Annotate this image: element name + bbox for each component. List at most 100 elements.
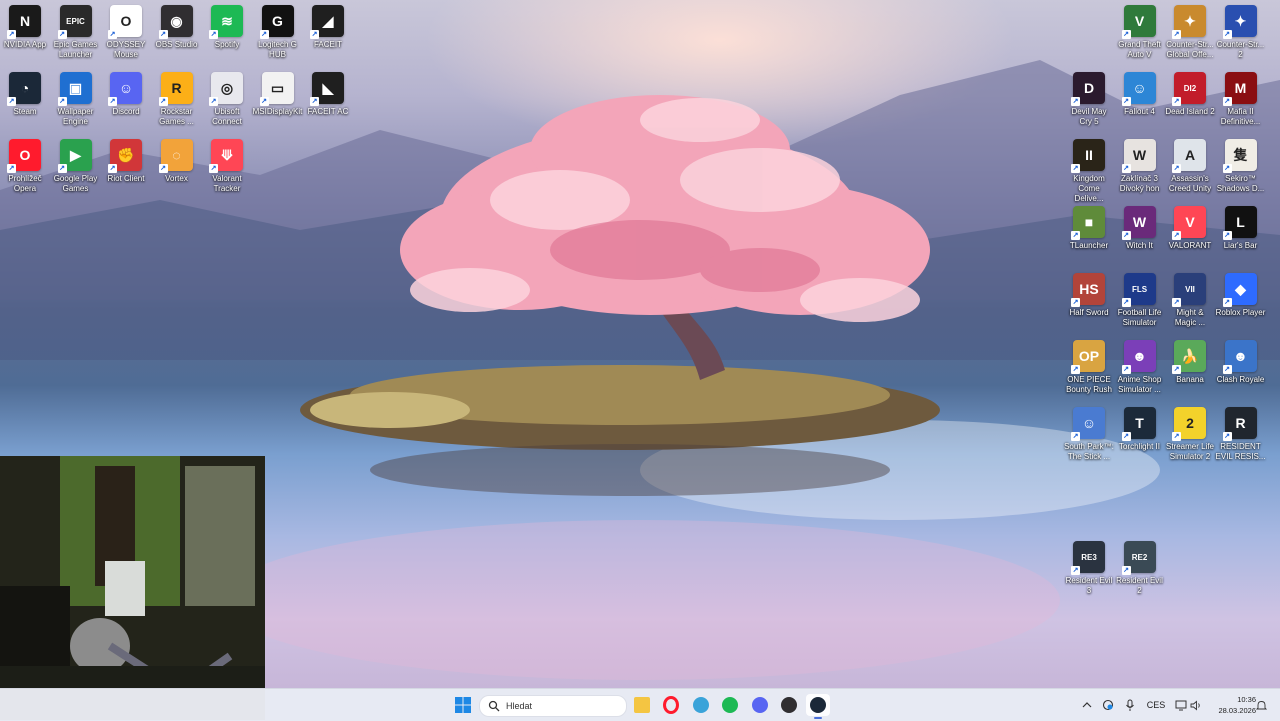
shortcut-arrow-icon: ↗	[1071, 231, 1080, 240]
resident-evil-resistance-icon: R ↗	[1222, 407, 1257, 441]
tray-display-button[interactable]	[1174, 689, 1188, 721]
desktop-shortcut-label: Mafia II Definitive...	[1220, 107, 1261, 126]
desktop-shortcut-sekiro[interactable]: 隻 ↗ Sekiro™ Shadows D...	[1216, 139, 1266, 194]
desktop-shortcut-label: Banana	[1176, 375, 1204, 384]
desktop-shortcut-label: OBS Studio	[155, 40, 198, 49]
desktop-shortcut-logitech[interactable]: G ↗ Logitech G HUB	[253, 5, 303, 60]
shortcut-arrow-icon: ↗	[209, 97, 218, 106]
shortcut-arrow-icon: ↗	[1071, 432, 1080, 441]
taskbar-app-opera[interactable]	[659, 694, 683, 716]
desktop-shortcut-label: Resident Evil 2	[1116, 576, 1163, 595]
desktop-shortcut-label: Torchlight II	[1119, 442, 1160, 451]
shortcut-arrow-icon: ↗	[259, 97, 269, 106]
desktop-shortcut-might-magic[interactable]: VII ↗ Might & Magic ...	[1165, 273, 1215, 328]
desktop-shortcut-google-play-games[interactable]: ▶ ↗ Google Play Games	[51, 139, 101, 194]
taskbar-app-spotify[interactable]	[718, 694, 742, 716]
football-life-icon: FLS ↗	[1121, 273, 1156, 307]
desktop-shortcut-wallpaper-engine[interactable]: ▣ ↗ Wallpaper Engine	[51, 72, 101, 127]
desktop-shortcut-gta-v[interactable]: V ↗ Grand Theft Auto V	[1115, 5, 1165, 60]
desktop-shortcut-epic-games[interactable]: EPIC ↗ Epic Games Launcher	[51, 5, 101, 60]
desktop-shortcut-ubisoft[interactable]: ◎ ↗ Ubisoft Connect	[202, 72, 252, 127]
spotify-icon: ≋ ↗	[209, 5, 243, 39]
desktop-shortcut-faceit-ac[interactable]: ◣ ↗ FACEIT AC	[303, 72, 353, 117]
desktop-shortcut-banana[interactable]: 🍌 ↗ Banana	[1165, 340, 1215, 385]
msi-displaykit-icon: ▭ ↗	[259, 72, 294, 106]
desktop-shortcut-torchlight[interactable]: T ↗ Torchlight II	[1115, 407, 1165, 452]
desktop-shortcut-csgo[interactable]: ✦ ↗ Counter-Str... Global Offe...	[1165, 5, 1215, 60]
tray-overflow-button[interactable]	[1080, 689, 1094, 721]
witch-it-icon: W ↗	[1121, 206, 1156, 240]
desktop-shortcut-south-park[interactable]: ☺ ↗ South Park™: The Stick ...	[1064, 407, 1114, 462]
desktop-shortcut-half-sword[interactable]: HS ↗ Half Sword	[1064, 273, 1114, 318]
desktop-shortcut-label: Half Sword	[1069, 308, 1109, 317]
desktop-shortcut-valorant[interactable]: V ↗ VALORANT	[1165, 206, 1215, 251]
taskbar-app-obs[interactable]	[777, 694, 801, 716]
clash-royale-icon: ☻ ↗	[1222, 340, 1257, 374]
fallout-4-icon: ☺ ↗	[1121, 72, 1156, 106]
taskbar-app-discord[interactable]	[748, 694, 772, 716]
shortcut-arrow-icon: ↗	[1121, 298, 1131, 307]
taskbar-app-file-explorer[interactable]	[630, 694, 654, 716]
desktop-shortcut-odyssey-mouse[interactable]: O ↗ ODYSSEY Mouse	[101, 5, 151, 60]
desktop-shortcut-opera[interactable]: O ↗ Prohlížeč Opera	[0, 139, 50, 194]
desktop-shortcut-valorant-tracker[interactable]: ⟱ ↗ Valorant Tracker	[202, 139, 252, 194]
desktop-shortcut-riot-client[interactable]: ✊ ↗ Riot Client	[101, 139, 151, 184]
desktop-shortcut-one-piece[interactable]: OP ↗ ONE PIECE Bounty Rush	[1064, 340, 1114, 395]
desktop-shortcut-dead-island[interactable]: DI2 ↗ Dead Island 2	[1165, 72, 1215, 117]
notification-bell-icon	[1255, 700, 1267, 709]
desktop-shortcut-resident-evil-3[interactable]: RE3 ↗ Resident Evil 3	[1064, 541, 1114, 596]
notification-center-button[interactable]	[1254, 689, 1268, 721]
desktop-shortcut-steam[interactable]: ◔ ↗ Steam	[0, 72, 50, 117]
desktop-shortcut-label: Prohlížeč Opera	[8, 174, 42, 193]
tray-volume-button[interactable]	[1189, 689, 1203, 721]
search-box[interactable]: Hledat	[479, 695, 627, 717]
desktop-shortcut-assassins-creed[interactable]: A ↗ Assassin's Creed Unity	[1165, 139, 1215, 194]
desktop-shortcut-devil-may-cry[interactable]: D ↗ Devil May Cry 5	[1064, 72, 1114, 127]
desktop-shortcut-label: Devil May Cry 5	[1071, 107, 1107, 126]
desktop-shortcut-fallout-4[interactable]: ☺ ↗ Fallout 4	[1115, 72, 1165, 117]
shortcut-arrow-icon: ↗	[1222, 365, 1232, 374]
tray-network-sync-button[interactable]	[1101, 689, 1115, 721]
clock-time: 10:36	[1237, 695, 1256, 704]
taskbar-app-app-switcher[interactable]	[689, 694, 713, 716]
desktop-shortcut-witcher-3[interactable]: W ↗ Zaklínač 3 Divoký hon	[1115, 139, 1165, 194]
desktop-shortcut-label: Zaklínač 3 Divoký hon	[1119, 174, 1160, 193]
desktop-shortcut-label: Vortex	[165, 174, 188, 183]
desktop-shortcut-vortex[interactable]: ◌ ↗ Vortex	[152, 139, 202, 184]
desktop-shortcut-label: Streamer Life Simulator 2	[1165, 442, 1215, 461]
torchlight-icon: T ↗	[1121, 407, 1156, 441]
tray-language-indicator[interactable]: CES	[1144, 689, 1168, 721]
desktop-shortcut-tlauncher[interactable]: ■ ↗ TLauncher	[1064, 206, 1114, 251]
desktop-shortcut-clash-royale[interactable]: ☻ ↗ Clash Royale	[1216, 340, 1266, 385]
desktop-shortcut-liars-bar[interactable]: L ↗ Liar's Bar	[1216, 206, 1266, 251]
desktop-shortcut-football-life[interactable]: FLS ↗ Football Life Simulator	[1115, 273, 1165, 328]
nvidia-icon: N ↗	[7, 5, 41, 39]
desktop-shortcut-discord[interactable]: ☺ ↗ Discord	[101, 72, 151, 117]
desktop-shortcut-obs[interactable]: ◉ ↗ OBS Studio	[152, 5, 202, 50]
desktop-shortcut-spotify[interactable]: ≋ ↗ Spotify	[202, 5, 252, 50]
desktop-shortcut-label: South Park™: The Stick ...	[1064, 442, 1114, 461]
taskbar-app-steam[interactable]	[806, 694, 830, 719]
desktop-shortcut-mafia[interactable]: M ↗ Mafia II Definitive...	[1216, 72, 1266, 127]
desktop-shortcut-nvidia[interactable]: N ↗ NVIDIA App	[0, 5, 50, 50]
desktop-shortcut-kingdom-come[interactable]: II ↗ Kingdom Come Delive...	[1064, 139, 1114, 204]
start-button[interactable]	[451, 694, 475, 716]
desktop-shortcut-roblox[interactable]: ◆ ↗ Roblox Player	[1216, 273, 1266, 318]
shortcut-arrow-icon: ↗	[1172, 432, 1181, 441]
desktop-shortcut-cs2[interactable]: ✦ ↗ Counter-Str... 2	[1216, 5, 1266, 60]
desktop-shortcut-resident-evil-2[interactable]: RE2 ↗ Resident Evil 2	[1115, 541, 1165, 596]
desktop-shortcut-label: ODYSSEY Mouse	[106, 40, 146, 59]
desktop-shortcut-faceit[interactable]: ◢ ↗ FACEIT	[303, 5, 353, 50]
desktop-shortcut-witch-it[interactable]: W ↗ Witch It	[1115, 206, 1165, 251]
folder-icon	[634, 697, 650, 713]
devil-may-cry-icon: D ↗	[1071, 72, 1105, 106]
taskbar-clock[interactable]: 10:36 28.03.2026	[1218, 694, 1256, 716]
rockstar-icon: R ↗	[158, 72, 193, 106]
desktop-shortcut-resident-evil-resistance[interactable]: R ↗ RESIDENT EVIL RESIS...	[1216, 407, 1266, 462]
desktop-shortcut-streamer-life[interactable]: 2 ↗ Streamer Life Simulator 2	[1165, 407, 1215, 462]
desktop-shortcut-msi-displaykit[interactable]: ▭ ↗ MSIDisplayKit	[253, 72, 303, 117]
desktop-shortcut-rockstar[interactable]: R ↗ Rockstar Games ...	[152, 72, 202, 127]
desktop-shortcut-label: Steam	[13, 107, 37, 116]
desktop-shortcut-anime-shop[interactable]: ☻ ↗ Anime Shop Simulator ...	[1115, 340, 1165, 395]
tray-microphone-button[interactable]	[1123, 689, 1137, 721]
